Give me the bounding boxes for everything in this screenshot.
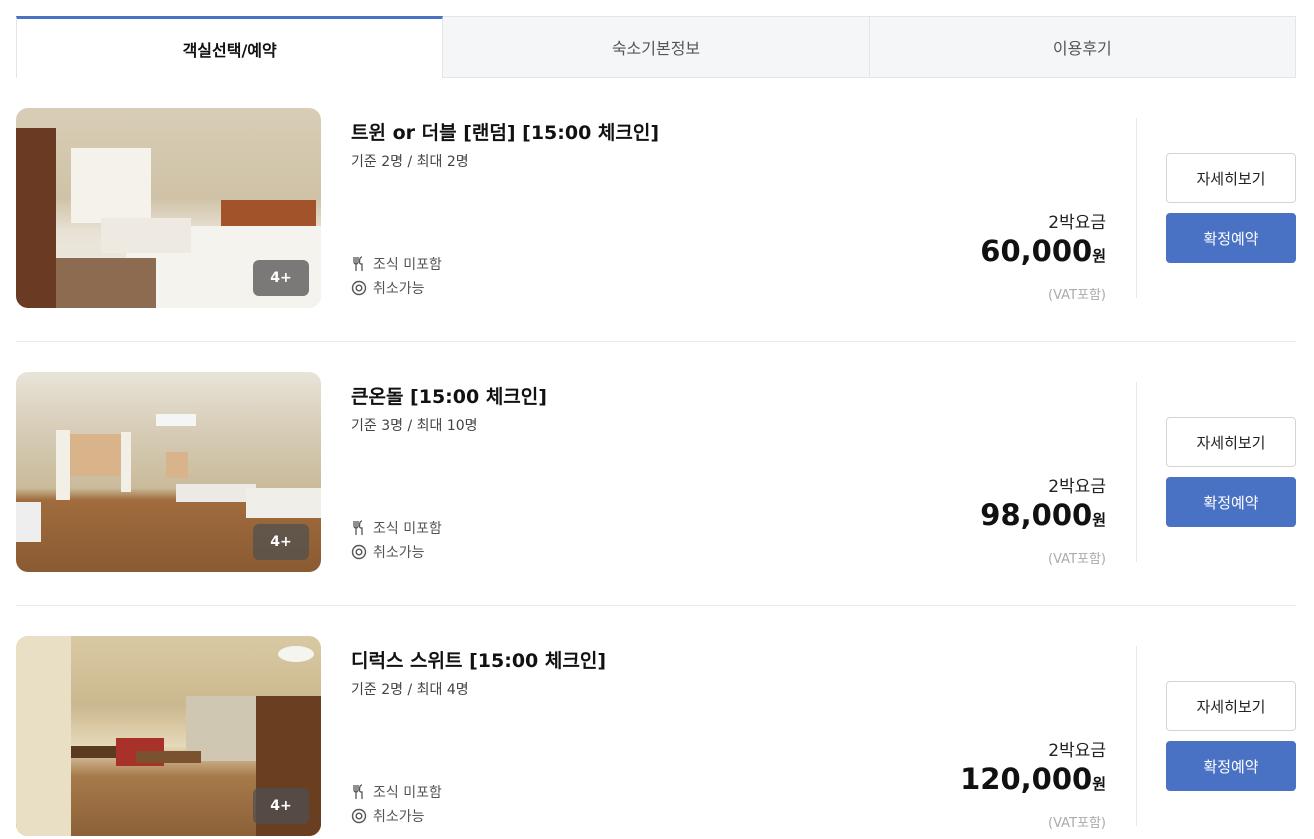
row-divider [16, 605, 1296, 606]
price-label: 2박요금 [1048, 741, 1106, 761]
breakfast-info: 조식 미포함 [351, 254, 442, 274]
detail-button[interactable]: 자세히보기 [1166, 681, 1296, 731]
divider-vertical [1136, 382, 1137, 562]
circle-target-icon [351, 544, 367, 560]
price-label: 2박요금 [1048, 213, 1106, 233]
circle-target-icon [351, 280, 367, 296]
price-block: 2박요금 98,000원 (VAT포함) [980, 472, 1106, 567]
cancel-info: 취소가능 [351, 806, 425, 826]
price-unit: 원 [1092, 511, 1106, 529]
breakfast-label: 조식 미포함 [373, 521, 442, 537]
vat-note: (VAT포함) [1048, 288, 1106, 303]
room-capacity: 기준 2명 / 최대 4명 [351, 682, 469, 698]
breakfast-label: 조식 미포함 [373, 257, 442, 273]
room-photo[interactable]: 4+ [16, 636, 321, 836]
photo-count-badge: 4+ [253, 788, 309, 824]
room-card: 4+ 디럭스 스위트 [15:00 체크인] 기준 2명 / 최대 4명 조식 … [16, 636, 1296, 836]
divider-vertical [1136, 118, 1137, 298]
photo-count-badge: 4+ [253, 260, 309, 296]
fork-knife-icon [353, 784, 363, 799]
cancel-info: 취소가능 [351, 542, 425, 562]
vat-note: (VAT포함) [1048, 816, 1106, 831]
room-title: 디럭스 스위트 [15:00 체크인] [351, 650, 607, 672]
room-capacity: 기준 2명 / 최대 2명 [351, 154, 469, 170]
cancel-label: 취소가능 [373, 809, 425, 825]
room-photo[interactable]: 4+ [16, 108, 321, 308]
price-value: 60,000원 [980, 233, 1106, 274]
book-button[interactable]: 확정예약 [1166, 741, 1296, 791]
circle-target-icon [351, 808, 367, 824]
fork-knife-icon [353, 256, 363, 271]
photo-count-badge: 4+ [253, 524, 309, 560]
vat-note: (VAT포함) [1048, 552, 1106, 567]
tab-reviews[interactable]: 이용후기 [869, 16, 1296, 78]
room-title: 트윈 or 더블 [랜덤] [15:00 체크인] [351, 122, 660, 144]
detail-button[interactable]: 자세히보기 [1166, 153, 1296, 203]
price-block: 2박요금 120,000원 (VAT포함) [960, 736, 1106, 831]
breakfast-info: 조식 미포함 [351, 782, 442, 802]
tab-bar: 객실선택/예약 숙소기본정보 이용후기 [16, 16, 1296, 78]
price-block: 2박요금 60,000원 (VAT포함) [980, 208, 1106, 303]
room-title: 큰온돌 [15:00 체크인] [351, 386, 547, 408]
divider-vertical [1136, 646, 1137, 826]
tab-room-select[interactable]: 객실선택/예약 [16, 16, 444, 78]
price-value: 120,000원 [960, 761, 1106, 802]
cancel-label: 취소가능 [373, 281, 425, 297]
cancel-info: 취소가능 [351, 278, 425, 298]
room-capacity: 기준 3명 / 최대 10명 [351, 418, 478, 434]
price-unit: 원 [1092, 775, 1106, 793]
breakfast-label: 조식 미포함 [373, 785, 442, 801]
price-amount: 120,000 [960, 762, 1093, 796]
price-amount: 60,000 [980, 234, 1093, 268]
price-value: 98,000원 [980, 497, 1106, 538]
price-label: 2박요금 [1048, 477, 1106, 497]
book-button[interactable]: 확정예약 [1166, 213, 1296, 263]
detail-button[interactable]: 자세히보기 [1166, 417, 1296, 467]
price-unit: 원 [1092, 247, 1106, 265]
cancel-label: 취소가능 [373, 545, 425, 561]
room-card: 4+ 트윈 or 더블 [랜덤] [15:00 체크인] 기준 2명 / 최대 … [16, 108, 1296, 308]
room-photo[interactable]: 4+ [16, 372, 321, 572]
room-card: 4+ 큰온돌 [15:00 체크인] 기준 3명 / 최대 10명 조식 미포함… [16, 372, 1296, 572]
breakfast-info: 조식 미포함 [351, 518, 442, 538]
fork-knife-icon [353, 520, 363, 535]
book-button[interactable]: 확정예약 [1166, 477, 1296, 527]
row-divider [16, 341, 1296, 342]
tab-property-info[interactable]: 숙소기본정보 [443, 16, 870, 78]
price-amount: 98,000 [980, 498, 1093, 532]
